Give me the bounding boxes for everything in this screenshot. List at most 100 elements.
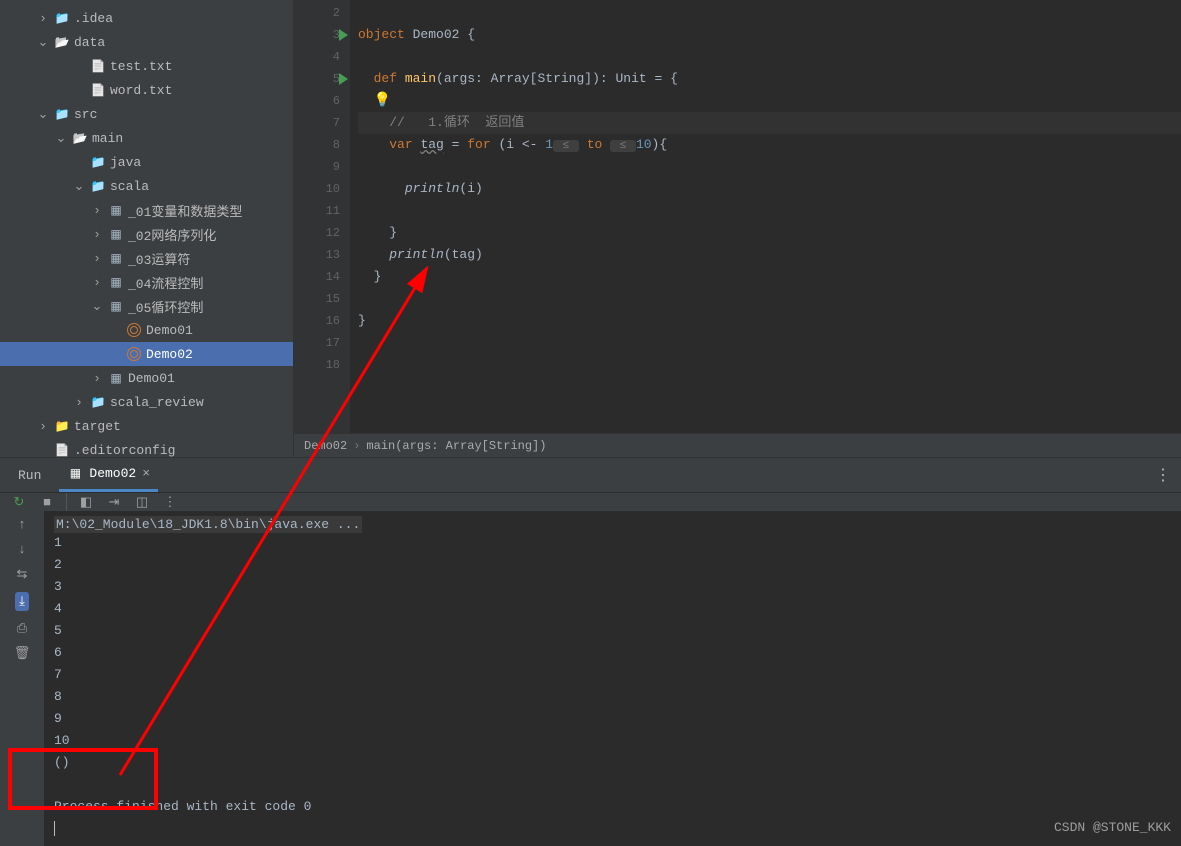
output-line: 6 (54, 642, 1171, 664)
run-toolbar: ↻ ■ ◧ ⇥ ◫ ⋮ (0, 492, 1181, 511)
chevron-icon[interactable]: › (90, 227, 104, 242)
tree-node-label: scala_review (110, 395, 204, 410)
line-number[interactable]: 11 (294, 200, 350, 222)
tree-node[interactable]: test.txt (0, 54, 293, 78)
tree-node[interactable]: ›▦Demo01 (0, 366, 293, 390)
tree-node[interactable]: .editorconfig (0, 438, 293, 457)
line-number[interactable]: 2 (294, 2, 350, 24)
scroll-to-end-icon[interactable]: ⤓ (15, 592, 29, 611)
line-number[interactable]: 7 (294, 112, 350, 134)
code-line (358, 332, 1181, 354)
tree-node[interactable]: java (0, 150, 293, 174)
tree-node[interactable]: ⌄src (0, 102, 293, 126)
tree-node[interactable]: ›▦_03运算符 (0, 246, 293, 270)
run-tool-window: Run ▦ Demo02 × ⋮ ↻ ■ ◧ ⇥ ◫ ⋮ ↑ ↓ ⇆ ⤓ ⎙ 🗑… (0, 457, 1181, 845)
code-content[interactable]: object Demo02 { def main(args: Array[Str… (350, 0, 1181, 433)
tree-node[interactable]: ›target (0, 414, 293, 438)
tree-node[interactable]: Demo01 (0, 318, 293, 342)
tree-node[interactable]: ›▦_02网络序列化 (0, 222, 293, 246)
watermark: CSDN @STONE_KKK (1054, 820, 1171, 835)
chevron-icon[interactable]: › (36, 419, 50, 434)
tree-node[interactable]: ›▦_01变量和数据类型 (0, 198, 293, 222)
tree-node-label: _01变量和数据类型 (128, 201, 242, 220)
tree-node[interactable]: ›.idea (0, 6, 293, 30)
line-number[interactable]: 4 (294, 46, 350, 68)
chevron-icon[interactable]: › (90, 371, 104, 386)
code-line: def main(args: Array[String]): Unit = { (358, 68, 1181, 90)
print-icon[interactable]: ⎙ (17, 621, 27, 636)
run-gutter-icon[interactable] (339, 29, 348, 41)
line-number[interactable]: 3 (294, 24, 350, 46)
chevron-icon[interactable]: ⌄ (72, 179, 86, 194)
tree-node[interactable]: ›▦_04流程控制 (0, 270, 293, 294)
code-line: } (358, 310, 1181, 332)
chevron-icon[interactable]: › (90, 251, 104, 266)
code-line (358, 200, 1181, 222)
close-icon[interactable]: × (142, 466, 150, 481)
more-icon[interactable]: ⋮ (1155, 465, 1171, 485)
line-number[interactable]: 12 (294, 222, 350, 244)
breadcrumb-item[interactable]: main(args: Array[String]) (366, 439, 546, 453)
folder-icon (54, 10, 70, 26)
line-number[interactable]: 8 (294, 134, 350, 156)
folder-icon (90, 154, 106, 170)
scala-object-icon (126, 322, 142, 338)
line-number[interactable]: 18 (294, 354, 350, 376)
line-number[interactable]: 14 (294, 266, 350, 288)
output-line: 9 (54, 708, 1171, 730)
intention-bulb-icon[interactable]: 💡 (374, 93, 391, 109)
scala-object-icon (126, 346, 142, 362)
wrap-icon[interactable]: ⇆ (17, 567, 28, 582)
line-number[interactable]: 5 (294, 68, 350, 90)
run-tab[interactable]: ▦ Demo02 × (59, 458, 158, 492)
layout-icon[interactable]: ◫ (133, 495, 151, 510)
tree-node[interactable]: ⌄data (0, 30, 293, 54)
code-line: // 1.循环 返回值 (358, 112, 1181, 134)
stop-icon[interactable]: ■ (38, 495, 56, 510)
trash-icon[interactable]: 🗑 (14, 646, 31, 661)
rerun-icon[interactable]: ↻ (10, 495, 28, 510)
breadcrumb[interactable]: Demo02 › main(args: Array[String]) (294, 433, 1181, 457)
code-line: } (358, 222, 1181, 244)
chevron-icon[interactable]: › (36, 11, 50, 26)
tree-node[interactable]: Demo02 (0, 342, 293, 366)
breadcrumb-item[interactable]: Demo02 (304, 439, 347, 453)
chevron-icon[interactable]: ⌄ (36, 35, 50, 50)
tree-node[interactable]: ⌄▦_05循环控制 (0, 294, 293, 318)
line-number[interactable]: 13 (294, 244, 350, 266)
export-icon[interactable]: ⇥ (105, 495, 123, 510)
chevron-icon[interactable]: ⌄ (54, 131, 68, 146)
code-line (358, 156, 1181, 178)
tree-node[interactable]: word.txt (0, 78, 293, 102)
line-number[interactable]: 6 (294, 90, 350, 112)
up-icon[interactable]: ↑ (18, 517, 26, 532)
folder-open-icon (72, 130, 88, 146)
line-number[interactable]: 16 (294, 310, 350, 332)
package-icon: ▦ (108, 226, 124, 242)
chevron-icon[interactable]: ⌄ (90, 299, 104, 314)
down-icon[interactable]: ↓ (18, 542, 26, 557)
tree-node[interactable]: › scala_review (0, 390, 293, 414)
line-number[interactable]: 17 (294, 332, 350, 354)
code-line: 💡 (358, 90, 1181, 112)
project-tree[interactable]: ›.idea⌄datatest.txtword.txt⌄src⌄mainjava… (0, 0, 294, 457)
line-number[interactable]: 15 (294, 288, 350, 310)
run-gutter-icon[interactable] (339, 73, 348, 85)
chevron-icon[interactable]: › (90, 275, 104, 290)
line-number[interactable]: 10 (294, 178, 350, 200)
capture-icon[interactable]: ◧ (77, 495, 95, 510)
tree-node-label: _04流程控制 (128, 273, 203, 292)
chevron-icon[interactable]: › (72, 395, 86, 410)
tree-node[interactable]: ⌄main (0, 126, 293, 150)
folder-icon (90, 394, 106, 410)
tree-node-label: _03运算符 (128, 249, 190, 268)
chevron-icon[interactable]: › (90, 203, 104, 218)
console-output[interactable]: M:\02_Module\18_JDK1.8\bin\java.exe ... … (44, 511, 1181, 846)
more-icon[interactable]: ⋮ (161, 495, 179, 510)
line-number[interactable]: 9 (294, 156, 350, 178)
output-line: 1 (54, 532, 1171, 554)
chevron-icon[interactable]: ⌄ (36, 107, 50, 122)
folder-icon (54, 106, 70, 122)
line-gutter: 23456789101112131415161718 (294, 0, 350, 433)
tree-node[interactable]: ⌄scala (0, 174, 293, 198)
